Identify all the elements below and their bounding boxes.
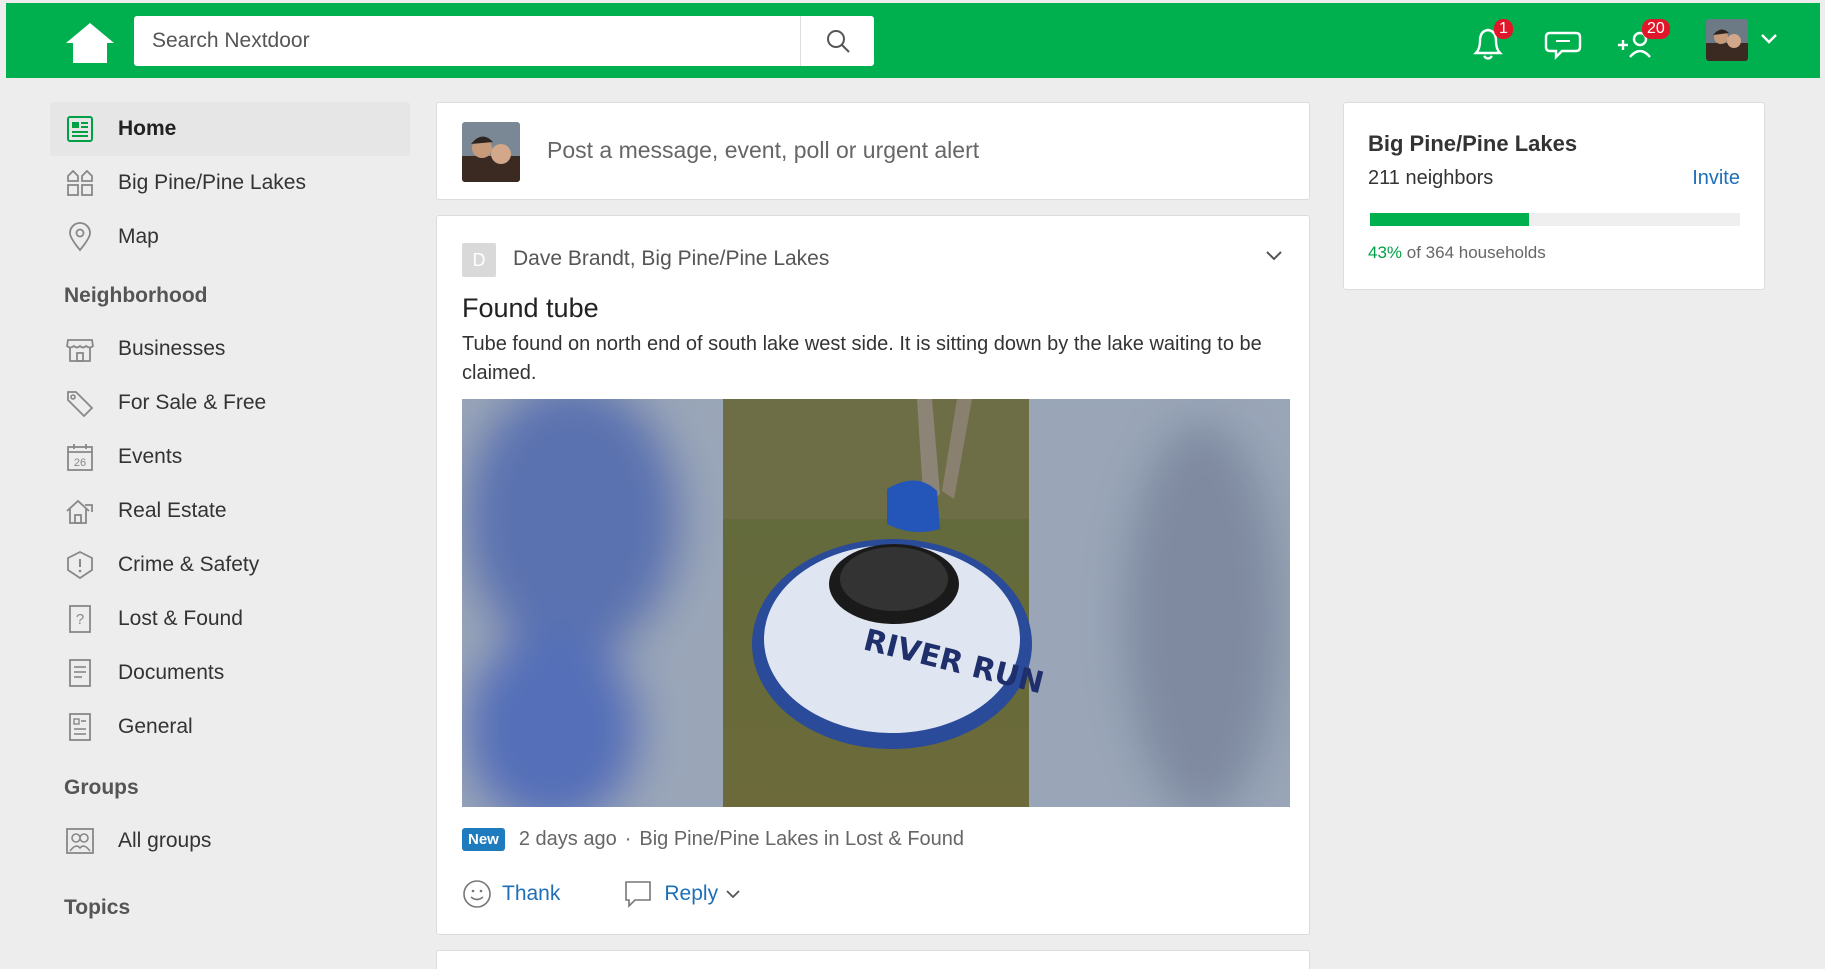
- sidebar-item-label: Events: [118, 445, 183, 468]
- storefront-icon: [64, 333, 96, 365]
- question-icon: ?: [64, 603, 96, 635]
- search-icon: [826, 30, 850, 53]
- sidebar-item-home[interactable]: Home: [50, 102, 410, 156]
- sidebar-item-label: Lost & Found: [118, 607, 243, 630]
- reply-label: Reply: [664, 882, 719, 905]
- sidebar-item-events[interactable]: 26 Events: [50, 430, 410, 484]
- thank-label: Thank: [502, 882, 561, 905]
- author-avatar[interactable]: D: [462, 243, 496, 277]
- neighborhood-card: Big Pine/Pine Lakes 211 neighbors Invite…: [1343, 102, 1765, 290]
- calendar-day: 26: [74, 457, 86, 469]
- post-actions: Thank Reply: [462, 879, 802, 909]
- user-avatar: [462, 122, 520, 182]
- sidebar: Home Big Pine/Pine Lakes Map Neighborhoo…: [50, 102, 410, 934]
- sidebar-item-label: General: [118, 715, 193, 738]
- invite-neighbors-button[interactable]: 20: [1614, 19, 1670, 65]
- households-percent: 43%: [1368, 243, 1403, 262]
- post-meta: New 2 days ago · Big Pine/Pine Lakes in …: [462, 828, 964, 851]
- neighbor-count: 211 neighbors: [1368, 167, 1494, 189]
- chevron-down-icon: [726, 890, 740, 899]
- post-location[interactable]: Big Pine/Pine Lakes in Lost & Found: [639, 828, 964, 851]
- calendar-icon: 26: [64, 441, 96, 473]
- sidebar-item-general[interactable]: General: [50, 700, 410, 754]
- sidebar-item-for-sale-free[interactable]: For Sale & Free: [50, 376, 410, 430]
- sidebar-item-label: Home: [118, 117, 177, 140]
- house-icon: [64, 495, 96, 527]
- reply-button[interactable]: Reply: [622, 879, 740, 909]
- sidebar-item-map[interactable]: Map: [50, 210, 410, 264]
- sidebar-item-real-estate[interactable]: Real Estate: [50, 484, 410, 538]
- notifications-badge: 1: [1494, 19, 1513, 39]
- invite-link[interactable]: Invite: [1692, 167, 1740, 190]
- sidebar-item-label: Map: [118, 225, 159, 248]
- search-input[interactable]: [134, 16, 800, 66]
- feed-post: D Dave Brandt, Big Pine/Pine Lakes Found…: [436, 215, 1310, 935]
- post-author[interactable]: Dave Brandt, Big Pine/Pine Lakes: [513, 247, 829, 271]
- households-progress-bar: [1370, 213, 1740, 226]
- households-stat: 43% of 364 households: [1368, 243, 1546, 263]
- composer-placeholder[interactable]: Post a message, event, poll or urgent al…: [547, 137, 979, 164]
- sidebar-item-label: Documents: [118, 661, 225, 684]
- sidebar-item-all-groups[interactable]: All groups: [50, 814, 410, 868]
- households-label: of 364 households: [1406, 243, 1546, 262]
- map-pin-icon: [64, 221, 96, 253]
- chevron-down-icon[interactable]: [1265, 250, 1283, 262]
- post-body: Tube found on north end of south lake we…: [462, 333, 1262, 384]
- sidebar-item-label: Real Estate: [118, 499, 227, 522]
- sidebar-item-label: For Sale & Free: [118, 391, 267, 414]
- post-title: Found tube: [462, 293, 599, 323]
- price-tag-icon: [64, 387, 96, 419]
- document-icon: [64, 657, 96, 689]
- groups-icon: [64, 825, 96, 857]
- sidebar-item-label: Businesses: [118, 337, 226, 360]
- nextdoor-home-logo-icon[interactable]: [64, 21, 116, 65]
- neighbors-badge: 20: [1642, 19, 1670, 39]
- profile-avatar[interactable]: [1706, 19, 1748, 61]
- thank-button[interactable]: Thank: [462, 879, 560, 909]
- top-bar: 1 20: [6, 3, 1820, 78]
- sidebar-item-label: Big Pine/Pine Lakes: [118, 171, 306, 194]
- messages-button[interactable]: [1540, 21, 1586, 65]
- neighborhood-icon: [64, 167, 96, 199]
- alert-icon: [64, 549, 96, 581]
- search-bar: [134, 16, 874, 66]
- post-time[interactable]: 2 days ago: [519, 828, 617, 851]
- sidebar-item-crime-safety[interactable]: Crime & Safety: [50, 538, 410, 592]
- post-composer[interactable]: Post a message, event, poll or urgent al…: [436, 102, 1310, 200]
- sidebar-item-documents[interactable]: Documents: [50, 646, 410, 700]
- notifications-button[interactable]: 1: [1468, 19, 1514, 65]
- search-button[interactable]: [800, 16, 874, 66]
- next-feed-post: [436, 950, 1310, 969]
- new-badge: New: [462, 828, 505, 851]
- sidebar-item-label: Crime & Safety: [118, 553, 260, 576]
- groups-heading: Groups: [64, 776, 139, 799]
- sidebar-item-label: All groups: [118, 829, 212, 852]
- chat-bubbles-icon: [1544, 31, 1582, 60]
- sidebar-item-businesses[interactable]: Businesses: [50, 322, 410, 376]
- sidebar-item-neighborhood[interactable]: Big Pine/Pine Lakes: [50, 156, 410, 210]
- neighborhood-heading: Neighborhood: [64, 284, 208, 307]
- newsfeed-icon: [64, 113, 96, 145]
- sidebar-item-lost-found[interactable]: ? Lost & Found: [50, 592, 410, 646]
- svg-text:?: ?: [76, 611, 84, 628]
- meta-separator: ·: [624, 828, 632, 850]
- topics-heading: Topics: [64, 896, 131, 919]
- chevron-down-icon[interactable]: [1760, 33, 1778, 45]
- households-progress-fill: [1370, 213, 1530, 226]
- smiley-icon: [463, 880, 491, 908]
- post-photo[interactable]: RIVER RUN: [462, 399, 1290, 807]
- general-icon: [64, 711, 96, 743]
- speech-bubble-icon: [625, 881, 652, 908]
- neighborhood-name[interactable]: Big Pine/Pine Lakes: [1368, 131, 1577, 157]
